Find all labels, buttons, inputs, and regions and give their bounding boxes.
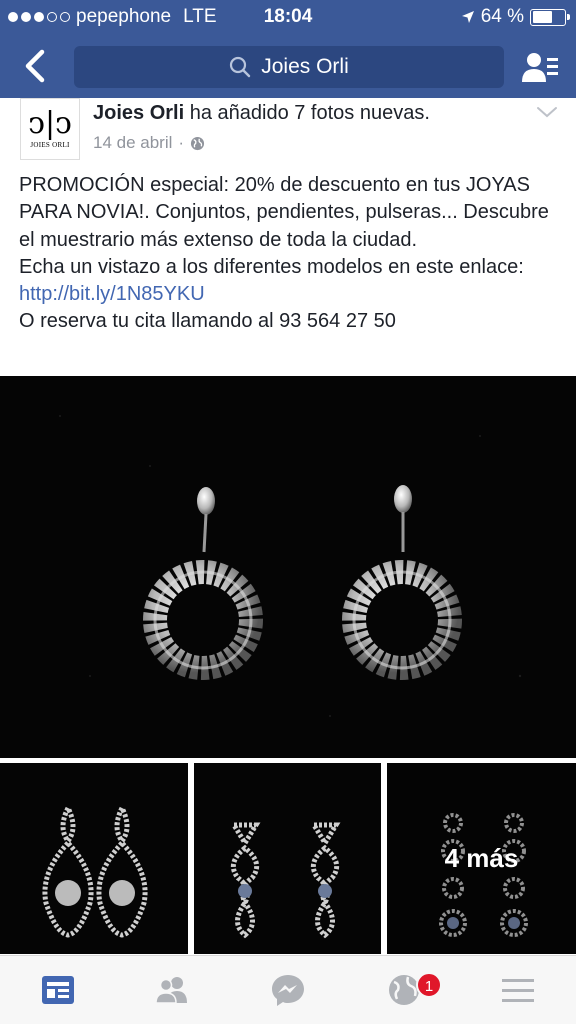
post-date[interactable]: 14 de abril — [93, 133, 172, 153]
status-right: 64 % — [461, 6, 570, 28]
battery-icon — [530, 8, 570, 26]
back-button[interactable] — [18, 46, 54, 86]
drop-earrings-photo — [42, 802, 148, 938]
earrings-photo — [59, 415, 522, 717]
search-field[interactable]: Joies Orli — [74, 46, 504, 88]
friend-requests-icon[interactable] — [520, 48, 560, 88]
avatar-brand: JOIES ORLI — [30, 141, 70, 149]
status-bar: pepephone LTE 18:04 64 % — [0, 0, 576, 36]
left-earring — [143, 487, 263, 680]
battery-percent: 64 % — [480, 6, 524, 27]
post-action: ha añadido 7 fotos nuevas. — [184, 102, 430, 124]
post-text-paragraph-2: Echa un vistazo a los diferentes modelos… — [19, 254, 564, 309]
post-body: PROMOCIÓN especial: 20% de descuento en … — [19, 172, 564, 336]
search-text: Joies Orli — [261, 55, 349, 78]
chevron-down-icon[interactable] — [536, 104, 558, 120]
location-arrow-icon — [461, 11, 474, 23]
post-photo-thumb-2[interactable] — [194, 763, 381, 954]
post-photo-main[interactable] — [0, 376, 576, 758]
post-text-link-prefix: Echa un vistazo a los diferentes modelos… — [19, 255, 524, 278]
bottom-tab-bar: 1 — [0, 955, 576, 1024]
more-photos-overlay[interactable]: 4 más — [387, 763, 576, 954]
right-earring — [342, 485, 462, 680]
author-name[interactable]: Joies Orli — [93, 102, 184, 124]
navigation-bar: pepephone LTE 18:04 64 % Joies Orli — [0, 0, 576, 98]
more-photos-label: 4 más — [444, 843, 519, 873]
post-photo-thumb-3[interactable]: 4 más — [387, 763, 576, 954]
meta-separator: · — [178, 133, 185, 152]
post-link[interactable]: http://bit.ly/1N85YKU — [19, 283, 205, 305]
notification-badge: 1 — [416, 972, 442, 998]
post-photo-thumb-1[interactable] — [0, 763, 188, 954]
post-text-paragraph-1: PROMOCIÓN especial: 20% de descuento en … — [19, 174, 549, 251]
post-header: ↄ|ↄ JOIES ORLI Joies Orli ha añadido 7 f… — [0, 98, 576, 164]
public-globe-icon — [191, 136, 205, 150]
knot-earrings-photo — [229, 822, 341, 939]
post-text-paragraph-3: O reserva tu cita llamando al 93 564 27 … — [19, 310, 396, 333]
post-title: Joies Orli ha añadido 7 fotos nuevas. — [93, 102, 430, 125]
avatar-monogram: ↄ|ↄ — [28, 106, 72, 141]
messenger-icon[interactable] — [268, 970, 308, 1010]
menu-icon[interactable] — [498, 970, 538, 1010]
friends-icon[interactable] — [152, 970, 192, 1010]
post-meta: 14 de abril · — [93, 133, 205, 153]
news-feed-icon[interactable] — [38, 970, 78, 1010]
search-icon — [230, 56, 251, 78]
page-avatar[interactable]: ↄ|ↄ JOIES ORLI — [20, 98, 80, 160]
